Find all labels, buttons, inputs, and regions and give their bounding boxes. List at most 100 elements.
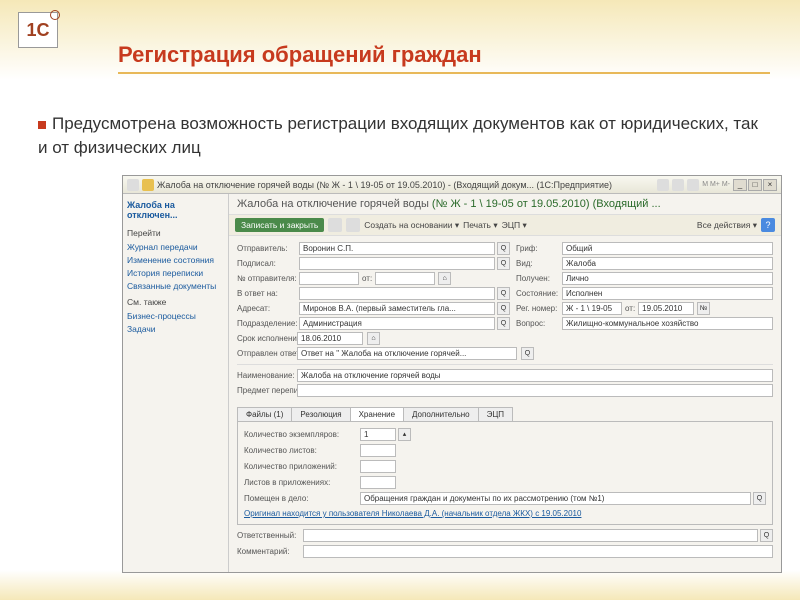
sidebar: Жалоба на отключен... Перейти Журнал пер… bbox=[123, 194, 229, 572]
folder-label: Помещен в дело: bbox=[244, 494, 354, 503]
copies-field[interactable]: 1 bbox=[360, 428, 396, 441]
save-icon[interactable] bbox=[328, 218, 342, 232]
name-label: Наименование: bbox=[237, 371, 293, 380]
sheets-label: Количество листов: bbox=[244, 446, 354, 455]
ecp-button[interactable]: ЭЦП ▾ bbox=[502, 220, 527, 231]
star-icon[interactable] bbox=[142, 179, 154, 191]
grif-field[interactable]: Общий bbox=[562, 242, 773, 255]
attsheets-label: Листов в приложениях: bbox=[244, 478, 354, 487]
sender-field[interactable]: Воронин С.П. bbox=[299, 242, 495, 255]
sidebar-section: См. также bbox=[127, 297, 224, 307]
replysent-label: Отправлен ответ: bbox=[237, 349, 293, 358]
document-title: Жалоба на отключение горячей воды (№ Ж -… bbox=[229, 194, 781, 214]
grif-label: Гриф: bbox=[516, 244, 556, 253]
name-field[interactable]: Жалоба на отключение горячей воды bbox=[297, 369, 773, 382]
sender-date-field[interactable] bbox=[375, 272, 435, 285]
sender-num-label: № отправителя: bbox=[237, 274, 293, 283]
lookup-icon[interactable]: Q bbox=[497, 257, 510, 270]
all-actions-button[interactable]: Все действия ▾ bbox=[697, 220, 757, 231]
responsible-label: Ответственный: bbox=[237, 531, 297, 540]
comment-field[interactable] bbox=[303, 545, 773, 558]
toolbar-icon[interactable] bbox=[687, 179, 699, 191]
regnum-field[interactable]: Ж - 1 \ 19-05 bbox=[562, 302, 622, 315]
addressee-label: Адресат: bbox=[237, 304, 293, 313]
sidebar-section: Перейти bbox=[127, 228, 224, 238]
folder-field[interactable]: Обращения граждан и документы по их расс… bbox=[360, 492, 751, 505]
maximize-button[interactable]: □ bbox=[748, 179, 762, 191]
state-label: Состояние: bbox=[516, 289, 556, 298]
regdate-field[interactable]: 19.05.2010 bbox=[638, 302, 694, 315]
comment-label: Комментарий: bbox=[237, 547, 297, 556]
received-label: Получен: bbox=[516, 274, 556, 283]
calendar-icon[interactable]: ⌂ bbox=[438, 272, 451, 285]
sidebar-link-journal[interactable]: Журнал передачи bbox=[127, 242, 224, 252]
responsible-field[interactable] bbox=[303, 529, 758, 542]
sidebar-link-state[interactable]: Изменение состояния bbox=[127, 255, 224, 265]
original-location-link[interactable]: Оригинал находится у пользователя Никола… bbox=[244, 509, 581, 518]
regnum-label: Рег. номер: bbox=[516, 304, 556, 313]
lookup-icon[interactable]: Q bbox=[760, 529, 773, 542]
sender-num-field[interactable] bbox=[299, 272, 359, 285]
print-button[interactable]: Печать ▾ bbox=[463, 220, 498, 231]
inreply-label: В ответ на: bbox=[237, 289, 293, 298]
deadline-field[interactable]: 18.06.2010 bbox=[297, 332, 363, 345]
deadline-label: Срок исполнения: bbox=[237, 334, 293, 343]
sheets-field[interactable] bbox=[360, 444, 396, 457]
tab-bar: Файлы (1) Резолюция Хранение Дополнитель… bbox=[237, 407, 773, 422]
sidebar-link-tasks[interactable]: Задачи bbox=[127, 324, 224, 334]
slide-title: Регистрация обращений граждан bbox=[118, 42, 482, 68]
inreply-field[interactable] bbox=[299, 287, 495, 300]
sidebar-doc-title: Жалоба на отключен... bbox=[127, 200, 224, 220]
type-field[interactable]: Жалоба bbox=[562, 257, 773, 270]
topic-label: Вопрос: bbox=[516, 319, 556, 328]
create-based-on-button[interactable]: Создать на основании ▾ bbox=[364, 220, 459, 231]
sidebar-link-related[interactable]: Связанные документы bbox=[127, 281, 224, 291]
regnum-button[interactable]: № bbox=[697, 302, 710, 315]
lookup-icon[interactable]: Q bbox=[497, 242, 510, 255]
window-titlebar: Жалоба на отключение горячей воды (№ Ж -… bbox=[123, 176, 781, 194]
toolbar: Записать и закрыть Создать на основании … bbox=[229, 214, 781, 236]
attach-field[interactable] bbox=[360, 460, 396, 473]
subject-label: Предмет переписки: bbox=[237, 386, 293, 395]
addressee-field[interactable]: Миронов В.А. (первый заместитель гла... bbox=[299, 302, 495, 315]
toolbar-icon[interactable] bbox=[672, 179, 684, 191]
dept-field[interactable]: Администрация bbox=[299, 317, 495, 330]
form: Отправитель: Воронин С.П.Q Гриф: Общий П… bbox=[229, 236, 781, 403]
stepper-icon[interactable]: ▴ bbox=[398, 428, 411, 441]
lookup-icon[interactable]: Q bbox=[497, 317, 510, 330]
subject-field[interactable] bbox=[297, 384, 773, 397]
lookup-icon[interactable]: Q bbox=[497, 302, 510, 315]
copies-label: Количество экземпляров: bbox=[244, 430, 354, 439]
sender-label: Отправитель: bbox=[237, 244, 293, 253]
topic-field[interactable]: Жилищно-коммунальное хозяйство bbox=[562, 317, 773, 330]
state-field[interactable]: Исполнен bbox=[562, 287, 773, 300]
help-icon[interactable]: ? bbox=[761, 218, 775, 232]
send-icon[interactable] bbox=[346, 218, 360, 232]
dept-label: Подразделение: bbox=[237, 319, 293, 328]
calendar-icon[interactable]: ⌂ bbox=[367, 332, 380, 345]
sidebar-link-bp[interactable]: Бизнес-процессы bbox=[127, 311, 224, 321]
window-title: Жалоба на отключение горячей воды (№ Ж -… bbox=[157, 180, 654, 190]
attsheets-field[interactable] bbox=[360, 476, 396, 489]
toolbar-icon[interactable] bbox=[657, 179, 669, 191]
app-window: Жалоба на отключение горячей воды (№ Ж -… bbox=[122, 175, 782, 573]
tab-resolution[interactable]: Резолюция bbox=[291, 407, 350, 421]
received-field[interactable]: Лично bbox=[562, 272, 773, 285]
lookup-icon[interactable]: Q bbox=[521, 347, 534, 360]
tab-ecp[interactable]: ЭЦП bbox=[478, 407, 513, 421]
lookup-icon[interactable]: Q bbox=[753, 492, 766, 505]
minimize-button[interactable]: _ bbox=[733, 179, 747, 191]
close-button[interactable]: × bbox=[763, 179, 777, 191]
tab-storage[interactable]: Хранение bbox=[350, 407, 404, 421]
app-icon bbox=[127, 179, 139, 191]
tab-content-storage: Количество экземпляров: 1▴ Количество ли… bbox=[237, 422, 773, 525]
tab-additional[interactable]: Дополнительно bbox=[403, 407, 479, 421]
sidebar-link-history[interactable]: История переписки bbox=[127, 268, 224, 278]
signed-field[interactable] bbox=[299, 257, 495, 270]
type-label: Вид: bbox=[516, 259, 556, 268]
lookup-icon[interactable]: Q bbox=[497, 287, 510, 300]
tab-files[interactable]: Файлы (1) bbox=[237, 407, 292, 421]
save-and-close-button[interactable]: Записать и закрыть bbox=[235, 218, 324, 232]
replysent-field[interactable]: Ответ на " Жалоба на отключение горячей.… bbox=[297, 347, 517, 360]
slide-description: Предусмотрена возможность регистрации вх… bbox=[38, 112, 770, 160]
